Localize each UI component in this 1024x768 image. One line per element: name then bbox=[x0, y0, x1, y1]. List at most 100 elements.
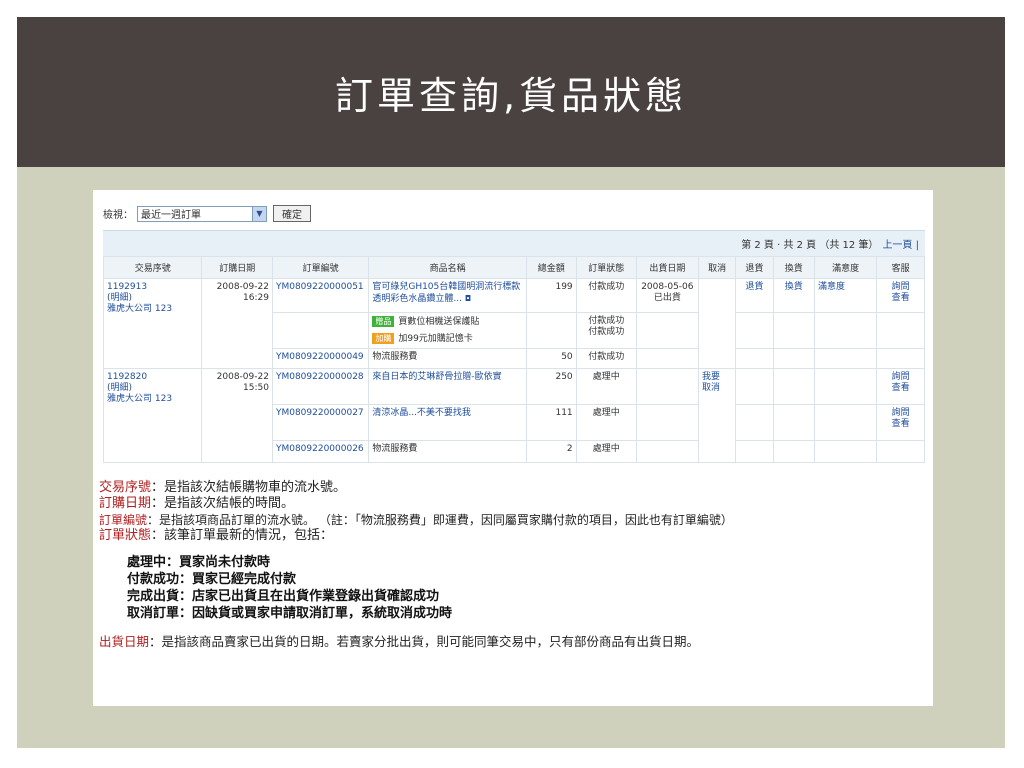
txn-detail-link[interactable]: (明細) bbox=[107, 293, 198, 304]
txn-detail-link[interactable]: (明細) bbox=[107, 383, 198, 394]
note-text: ：是指該次結帳的時間。 bbox=[151, 496, 295, 511]
status-item: 處理中：買家尚未付款時 bbox=[127, 555, 271, 570]
empty-cell bbox=[772, 348, 816, 369]
slide: 訂單查詢,貨品狀態 檢視： 最近一週訂單 ▼ 確定 第 2 頁 ‧ 共 2 頁 … bbox=[17, 17, 1005, 748]
col-header: 退貨 bbox=[735, 256, 774, 279]
empty-cell bbox=[735, 368, 774, 405]
order-time: 16:29 bbox=[243, 293, 269, 303]
status-item: 取消訂單：因缺貨或買家申請取消訂單，系統取消成功時 bbox=[127, 606, 453, 621]
notes: 交易序號：是指該次結帳購物車的流水號。 訂購日期：是指該次結帳的時間。 訂單編號… bbox=[99, 480, 929, 650]
product-link[interactable]: 來自日本的艾琳舒骨拉贈-歐依實 bbox=[368, 368, 527, 405]
order-date: 2008-09-22 bbox=[216, 282, 269, 292]
order-status: 處理中 bbox=[575, 440, 637, 463]
txn-cell: 1192913 (明細) 雅虎大公司 123 bbox=[102, 278, 203, 369]
col-header: 客服 bbox=[876, 256, 925, 279]
shop-link[interactable]: 雅虎大公司 123 bbox=[107, 394, 198, 405]
chevron-down-icon[interactable]: ▼ bbox=[252, 206, 266, 221]
status-item: 完成出貨：店家已出貨且在出貨作業登錄出貨確認成功 bbox=[127, 589, 440, 604]
ship-date: 2008-05-06 bbox=[641, 282, 694, 292]
addon-text: 加99元加購記憶卡 bbox=[398, 334, 473, 344]
camera-icon: ◘ bbox=[464, 294, 472, 303]
order-no-link[interactable]: YM0809220000051 bbox=[271, 278, 370, 313]
empty-cell bbox=[876, 348, 925, 369]
note-text: ：是指該項商品訂單的流水號。 （註：「物流服務費」即運費，因同屬買家購付款的項目… bbox=[147, 513, 733, 527]
order-no-link[interactable]: YM0809220000049 bbox=[271, 348, 370, 369]
col-header: 換貨 bbox=[772, 256, 816, 279]
col-header: 取消 bbox=[697, 256, 737, 279]
note-text: ：是指該次結帳購物車的流水號。 bbox=[151, 480, 347, 495]
empty-cell bbox=[772, 368, 816, 405]
product-link[interactable]: 官可綠兒GH105台韓國明洞流行標款透明彩色水晶鑽立體... bbox=[372, 282, 520, 304]
note-line: 出貨日期：是指該商品賣家已出貨的日期。若賣家分批出貨，則可能同筆交易中，只有部份… bbox=[99, 634, 929, 650]
cancel-cell bbox=[697, 278, 737, 369]
empty-cell bbox=[772, 404, 816, 441]
ask-link[interactable]: 詢問 bbox=[880, 372, 921, 383]
txn-id-link[interactable]: 1192820 bbox=[107, 372, 198, 383]
empty-cell bbox=[635, 368, 699, 405]
txn-id-link[interactable]: 1192913 bbox=[107, 282, 198, 293]
cancel-cell: 我要 取消 bbox=[697, 368, 737, 463]
note-text: ：該筆訂單最新的情況，包括： bbox=[151, 528, 334, 543]
gift-status: 付款成功 bbox=[588, 316, 625, 326]
empty-cell bbox=[814, 404, 878, 441]
product-link[interactable]: 清涼冰晶...不美不要找我 bbox=[368, 404, 527, 441]
status-list: 處理中：買家尚未付款時 付款成功：買家已經完成付款 完成出貨：店家已出貨且在出貨… bbox=[127, 554, 929, 622]
empty-cell bbox=[271, 312, 370, 349]
empty-cell bbox=[772, 440, 816, 463]
empty-cell bbox=[635, 404, 699, 441]
ship-status: 已出貨 bbox=[653, 293, 681, 303]
service-cell: 詢問 查看 bbox=[876, 278, 925, 313]
service-cell: 詢問 查看 bbox=[876, 404, 925, 441]
view-select[interactable]: 最近一週訂單 ▼ bbox=[137, 205, 267, 222]
empty-cell bbox=[814, 312, 878, 349]
slide-header: 訂單查詢,貨品狀態 bbox=[17, 17, 1005, 167]
satisfaction-link[interactable]: 滿意度 bbox=[814, 278, 878, 313]
view-link[interactable]: 查看 bbox=[880, 419, 921, 430]
txn-cell: 1192820 (明細) 雅虎大公司 123 bbox=[102, 368, 203, 463]
view-select-value: 最近一週訂單 bbox=[141, 210, 201, 221]
order-no-link[interactable]: YM0809220000027 bbox=[271, 404, 370, 441]
amount: 50 bbox=[525, 348, 577, 369]
empty-cell bbox=[814, 348, 878, 369]
note-term: 出貨日期 bbox=[99, 634, 150, 649]
exchange-link[interactable]: 換貨 bbox=[772, 278, 816, 313]
empty-cell bbox=[814, 440, 878, 463]
col-header: 訂單狀態 bbox=[575, 256, 637, 279]
empty-cell bbox=[876, 312, 925, 349]
order-status: 處理中 bbox=[575, 404, 637, 441]
return-link[interactable]: 退貨 bbox=[735, 278, 774, 313]
cancel-link-line: 取消 bbox=[701, 383, 720, 393]
ask-link[interactable]: 詢問 bbox=[880, 282, 921, 293]
amount: 111 bbox=[525, 404, 577, 441]
addon-tag: 加購 bbox=[372, 333, 395, 344]
empty-cell bbox=[772, 312, 816, 349]
prev-page-link[interactable]: 上一頁 | bbox=[882, 236, 919, 251]
order-status: 處理中 bbox=[575, 368, 637, 405]
product-name: 物流服務費 bbox=[368, 440, 527, 463]
col-header: 訂購日期 bbox=[201, 256, 273, 279]
view-link[interactable]: 查看 bbox=[880, 293, 921, 304]
table-row: 1192913 (明細) 雅虎大公司 123 2008-09-22 16:29 … bbox=[102, 278, 925, 369]
col-header: 商品名稱 bbox=[368, 256, 527, 279]
order-status: 付款成功 bbox=[575, 278, 637, 313]
ask-link[interactable]: 詢問 bbox=[880, 408, 921, 419]
cancel-link[interactable]: 我要 取消 bbox=[702, 372, 732, 394]
ship-date-cell: 2008-05-06 已出貨 bbox=[635, 278, 699, 313]
cancel-link-line: 我要 bbox=[701, 372, 720, 382]
empty-cell bbox=[814, 368, 878, 405]
amount: 250 bbox=[525, 368, 577, 405]
table-header-row: 交易序號 訂購日期 訂單編號 商品名稱 總金額 訂單狀態 出貨日期 取消 退貨 … bbox=[102, 256, 925, 279]
service-cell: 詢問 查看 bbox=[876, 368, 925, 405]
shop-link[interactable]: 雅虎大公司 123 bbox=[107, 304, 198, 315]
view-link[interactable]: 查看 bbox=[880, 383, 921, 394]
order-no-link[interactable]: YM0809220000026 bbox=[271, 440, 370, 463]
order-no-link[interactable]: YM0809220000028 bbox=[271, 368, 370, 405]
col-header: 滿意度 bbox=[814, 256, 878, 279]
confirm-button[interactable]: 確定 bbox=[273, 205, 311, 222]
note-term: 訂單狀態 bbox=[99, 528, 152, 543]
order-date-cell: 2008-09-22 16:29 bbox=[201, 278, 273, 369]
empty-cell bbox=[635, 440, 699, 463]
empty-cell bbox=[735, 312, 774, 349]
empty-cell bbox=[735, 440, 774, 463]
gift-cell: 贈品 買數位相機送保護貼 加購 加99元加購記憶卡 bbox=[368, 312, 527, 349]
